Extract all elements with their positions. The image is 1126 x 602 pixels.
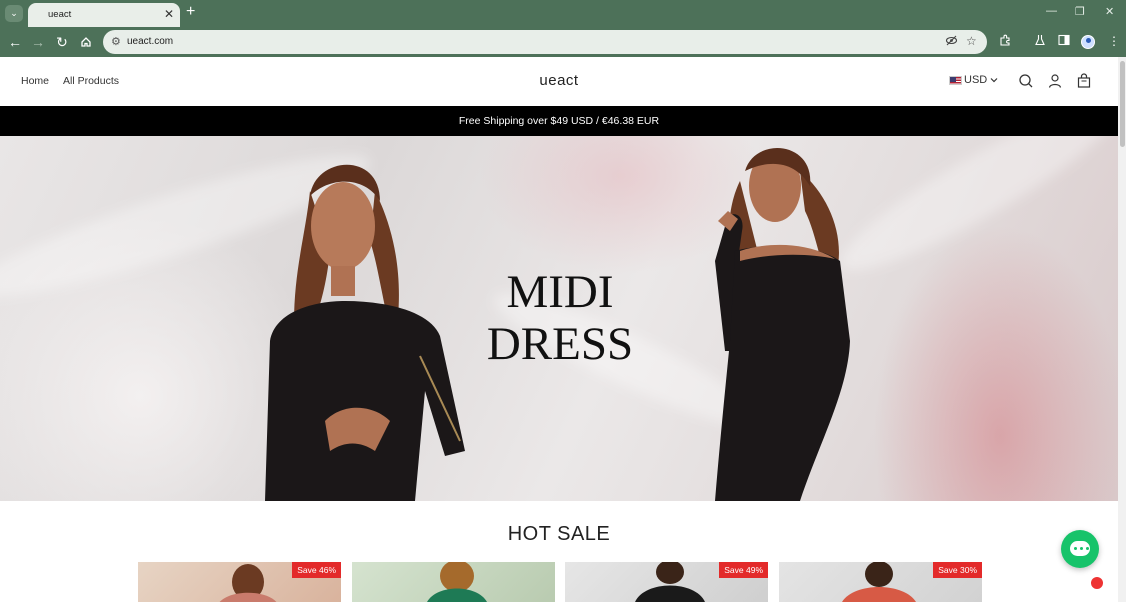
product-card[interactable]: Save 49%: [565, 562, 768, 602]
chat-widget-button[interactable]: [1061, 530, 1099, 568]
forward-arrow-icon[interactable]: →: [29, 33, 47, 51]
search-icon[interactable]: [1018, 73, 1034, 89]
account-icon[interactable]: [1047, 73, 1063, 89]
browser-menu-icon[interactable]: ⋮: [1108, 34, 1120, 48]
product-image: [219, 564, 277, 602]
hero-title: MIDI DRESS: [486, 266, 634, 370]
us-flag-icon: [949, 75, 962, 85]
bookmark-star-icon[interactable]: ☆: [966, 34, 977, 48]
announcement-bar: Free Shipping over $49 USD / €46.38 EUR: [0, 106, 1118, 136]
save-badge: Save 49%: [719, 562, 768, 578]
notification-badge-icon[interactable]: [1089, 575, 1105, 591]
currency-label: USD: [964, 74, 988, 86]
save-badge: Save 46%: [292, 562, 341, 578]
scrollbar-thumb[interactable]: [1120, 61, 1125, 147]
side-panel-icon[interactable]: [1058, 34, 1070, 49]
chevron-down-icon: [990, 78, 998, 83]
eye-off-icon[interactable]: [945, 34, 958, 50]
browser-toolbar: ← → ↻ ⚙ ueact.com ☆ ⋮: [0, 27, 1126, 57]
url-text[interactable]: ueact.com: [127, 36, 173, 47]
address-bar[interactable]: ⚙ ueact.com ☆: [103, 30, 987, 54]
web-page: Home All Products ueact USD Free Shippin…: [0, 57, 1126, 602]
product-image: [635, 562, 705, 602]
hot-sale-title: HOT SALE: [507, 523, 611, 545]
profile-avatar[interactable]: [1081, 35, 1095, 49]
hero-banner[interactable]: MIDI DRESS: [0, 136, 1118, 501]
restore-button[interactable]: ❐: [1075, 5, 1085, 18]
minimize-button[interactable]: —: [1046, 5, 1057, 17]
currency-selector[interactable]: USD: [949, 74, 999, 86]
chat-bubble-icon: [1074, 547, 1089, 550]
labs-flask-icon[interactable]: [1034, 34, 1046, 49]
extensions-icon[interactable]: [999, 34, 1012, 50]
product-image: [842, 562, 916, 602]
new-tab-button[interactable]: +: [186, 3, 195, 21]
product-card[interactable]: [352, 562, 555, 602]
reload-icon[interactable]: ↻: [53, 33, 71, 51]
tab-search-button[interactable]: ⌄: [5, 5, 23, 22]
home-icon[interactable]: [77, 33, 95, 51]
save-badge: Save 30%: [933, 562, 982, 578]
tab-title: ueact: [48, 9, 72, 20]
cart-bag-icon[interactable]: [1076, 73, 1092, 89]
tab-close-icon[interactable]: ✕: [164, 7, 174, 21]
close-window-button[interactable]: ✕: [1105, 5, 1114, 18]
site-info-icon[interactable]: ⚙: [111, 35, 121, 48]
back-arrow-icon[interactable]: ←: [6, 33, 24, 51]
product-card[interactable]: Save 46%: [138, 562, 341, 602]
model-left-image: [265, 164, 465, 501]
browser-tab[interactable]: ueact ✕: [28, 3, 180, 27]
browser-tab-bar: ⌄ ueact ✕ + — ❐ ✕: [0, 0, 1126, 27]
product-card[interactable]: Save 30%: [779, 562, 982, 602]
model-right-image: [715, 148, 850, 501]
product-image: [427, 562, 487, 602]
site-header: Home All Products ueact USD: [0, 57, 1118, 106]
